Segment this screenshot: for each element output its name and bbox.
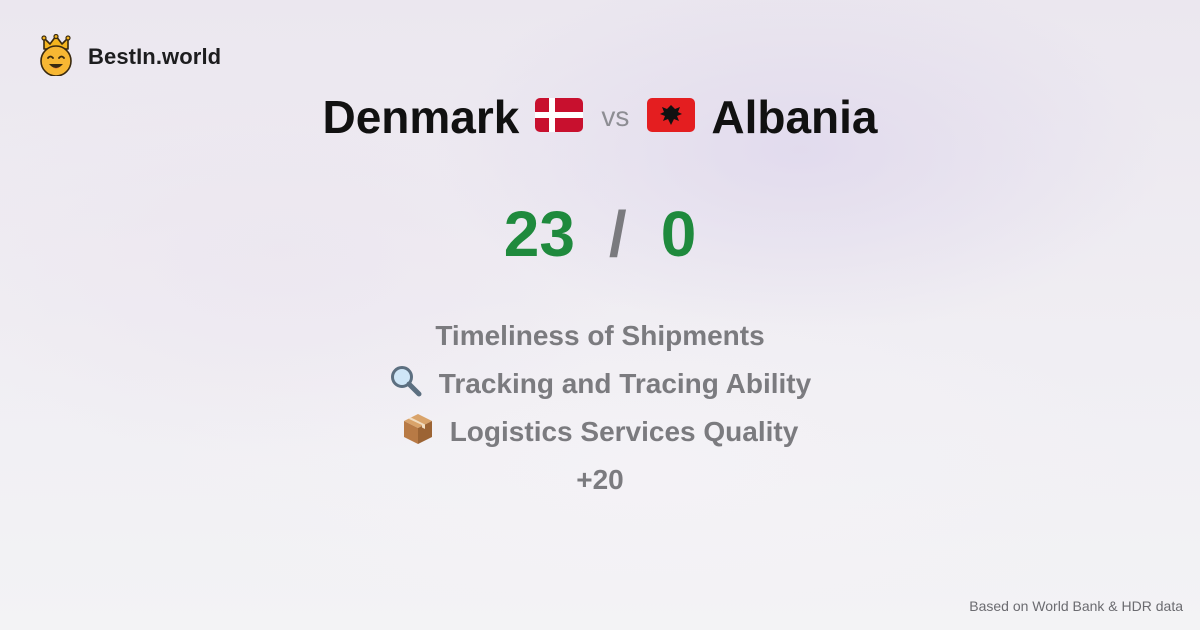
right-country-name: Albania <box>711 91 878 143</box>
metric-label: Logistics Services Quality <box>449 416 799 447</box>
score-display: 23 / 0 <box>0 196 1200 272</box>
vs-label: vs <box>601 101 630 132</box>
metric-item: Tracking and Tracing Ability <box>389 360 811 408</box>
package-icon <box>402 412 434 453</box>
magnifying-glass-icon <box>389 364 423 405</box>
more-metrics-count: +20 <box>576 464 624 495</box>
right-score: 0 <box>660 198 697 270</box>
denmark-flag-icon <box>535 97 584 137</box>
metric-item: Timeliness of Shipments <box>435 312 764 360</box>
brand-name: BestIn.world <box>88 44 222 69</box>
crown-smiley-icon <box>38 33 74 81</box>
left-score: 23 <box>503 198 575 270</box>
left-country-name: Denmark <box>322 91 520 143</box>
albania-flag-icon <box>647 97 696 137</box>
data-source-note: Based on World Bank & HDR data <box>969 598 1183 614</box>
brand-logo[interactable]: BestIn.world <box>38 33 222 81</box>
metric-item: Logistics Services Quality <box>402 408 799 456</box>
metric-label: Timeliness of Shipments <box>435 320 765 351</box>
comparison-title: Denmark vs Albania <box>0 86 1200 148</box>
score-separator: / <box>608 198 627 270</box>
metric-label: Tracking and Tracing Ability <box>438 368 812 399</box>
metric-list: Timeliness of Shipments Tracking and Tra… <box>0 312 1200 504</box>
